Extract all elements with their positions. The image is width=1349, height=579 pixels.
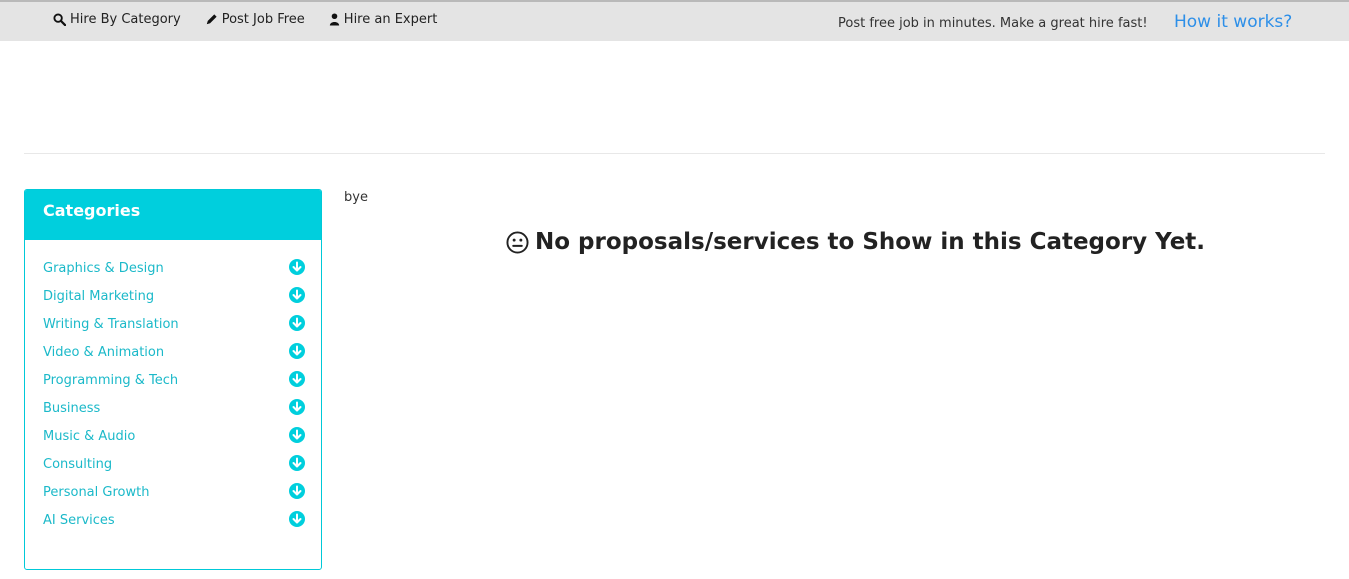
empty-state-message: No proposals/services to Show in this Ca… [506, 229, 1205, 255]
categories-panel: Categories Graphics & Design Digital Mar… [24, 189, 322, 570]
note-text: bye [344, 190, 368, 205]
nav-post-job-free[interactable]: Post Job Free [205, 12, 305, 27]
arrow-circle-down-icon[interactable] [289, 371, 305, 387]
top-bar: Hire By Category Post Job Free Hire an E… [0, 0, 1349, 41]
top-nav: Hire By Category Post Job Free Hire an E… [53, 12, 437, 27]
category-item-ai-services[interactable]: AI Services [25, 506, 321, 534]
category-label: Programming & Tech [43, 372, 179, 388]
arrow-circle-down-icon[interactable] [289, 427, 305, 443]
arrow-circle-down-icon[interactable] [289, 483, 305, 499]
user-icon [329, 13, 339, 26]
category-label: Personal Growth [43, 484, 150, 500]
category-label: Video & Animation [43, 344, 165, 360]
category-item-business[interactable]: Business [25, 394, 321, 422]
nav-hire-an-expert-label: Hire an Expert [343, 12, 438, 27]
arrow-circle-down-icon[interactable] [289, 287, 305, 303]
categories-title: Categories [25, 190, 321, 240]
category-item-music-audio[interactable]: Music & Audio [25, 422, 321, 450]
tagline: Post free job in minutes. Make a great h… [838, 16, 1148, 31]
category-item-programming-tech[interactable]: Programming & Tech [25, 366, 321, 394]
category-label: AI Services [43, 512, 115, 528]
nav-hire-by-category[interactable]: Hire By Category [53, 12, 181, 27]
categories-list: Graphics & Design Digital Marketing Writ… [25, 240, 321, 534]
arrow-circle-down-icon[interactable] [289, 455, 305, 471]
how-it-works-link[interactable]: How it works? [1174, 12, 1292, 32]
category-item-consulting[interactable]: Consulting [25, 450, 321, 478]
neutral-face-icon [506, 230, 529, 254]
header-divider [24, 153, 1325, 154]
category-item-personal-growth[interactable]: Personal Growth [25, 478, 321, 506]
nav-hire-an-expert[interactable]: Hire an Expert [329, 12, 438, 27]
empty-state-text: No proposals/services to Show in this Ca… [535, 229, 1206, 255]
arrow-circle-down-icon[interactable] [289, 511, 305, 527]
category-label: Music & Audio [43, 428, 136, 444]
search-icon [53, 13, 66, 26]
category-item-digital-marketing[interactable]: Digital Marketing [25, 282, 321, 310]
category-label: Business [43, 400, 101, 416]
category-label: Consulting [43, 456, 113, 472]
pencil-icon [206, 14, 217, 25]
arrow-circle-down-icon[interactable] [289, 343, 305, 359]
category-item-video-animation[interactable]: Video & Animation [25, 338, 321, 366]
category-item-writing-translation[interactable]: Writing & Translation [25, 310, 321, 338]
category-label: Graphics & Design [43, 260, 164, 276]
nav-hire-by-category-label: Hire By Category [70, 12, 181, 27]
nav-post-job-free-label: Post Job Free [221, 12, 305, 27]
arrow-circle-down-icon[interactable] [289, 259, 305, 275]
category-label: Writing & Translation [43, 316, 179, 332]
category-label: Digital Marketing [43, 288, 155, 304]
category-item-graphics-design[interactable]: Graphics & Design [25, 254, 321, 282]
arrow-circle-down-icon[interactable] [289, 399, 305, 415]
arrow-circle-down-icon[interactable] [289, 315, 305, 331]
